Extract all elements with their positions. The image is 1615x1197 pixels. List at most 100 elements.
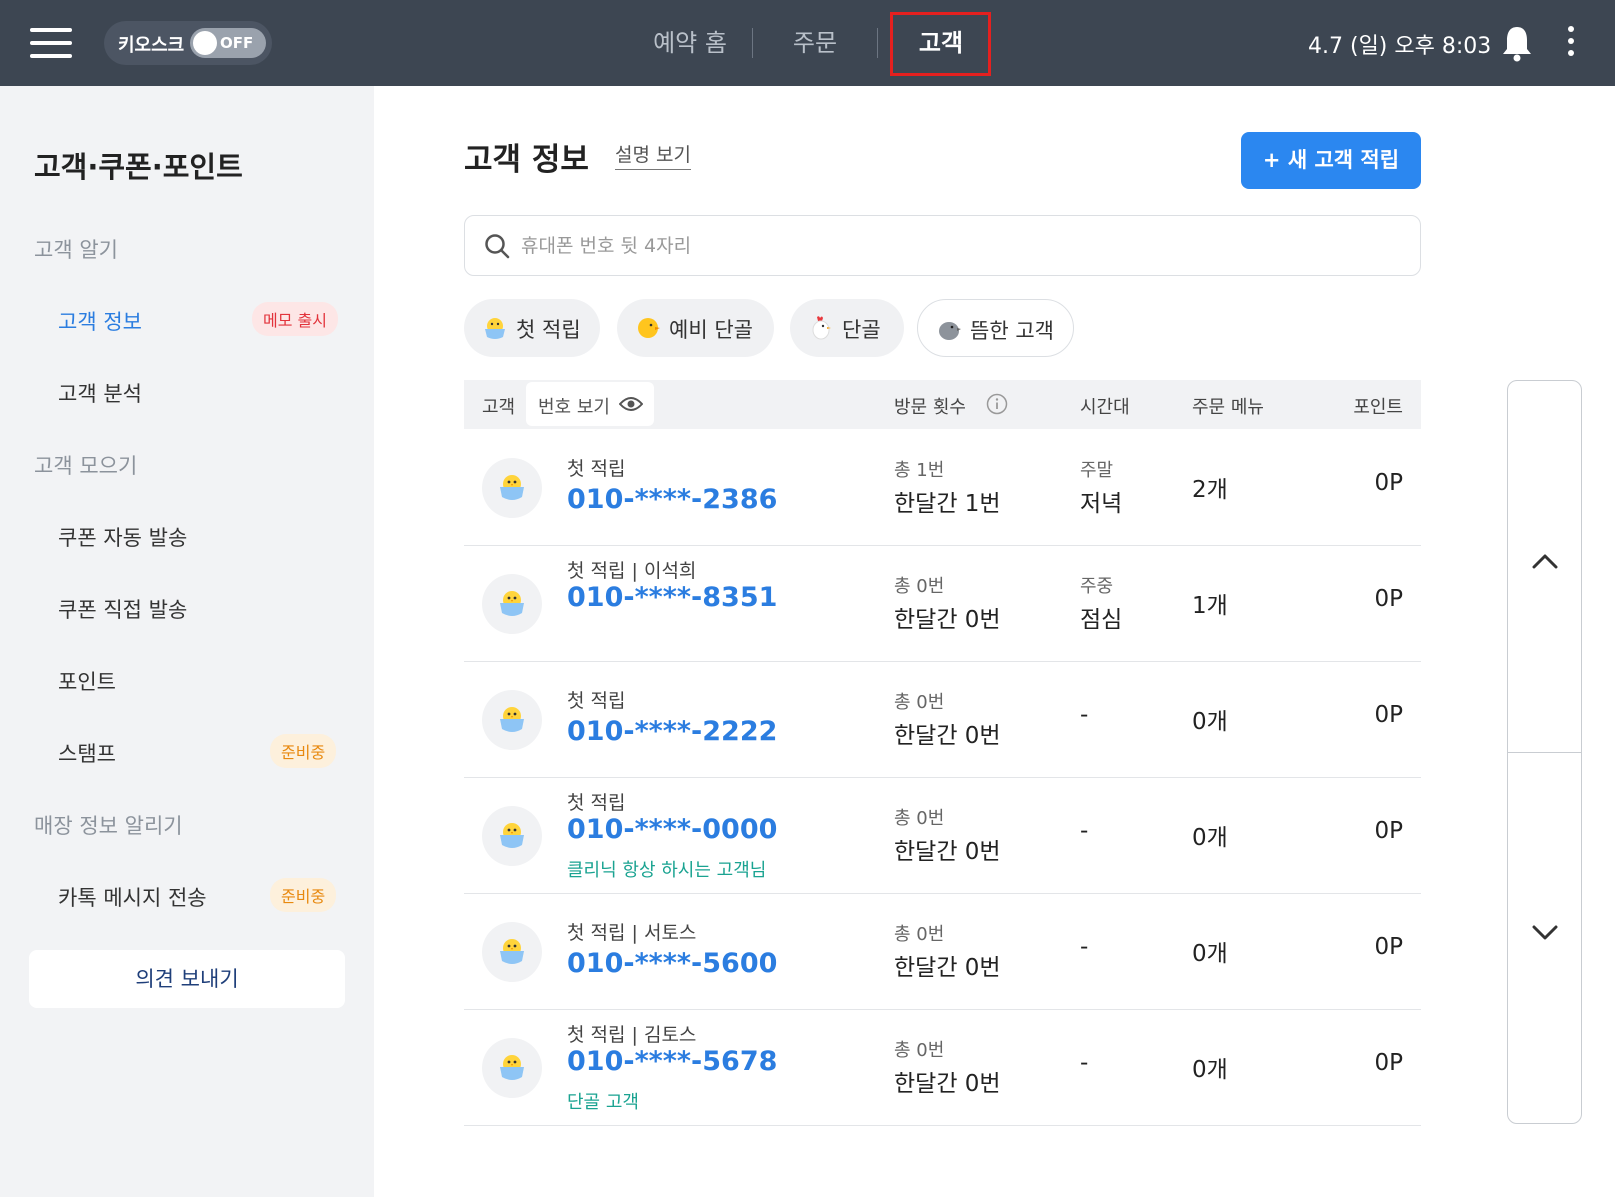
filter-label: 단골 xyxy=(842,318,881,342)
time-day: 주말 xyxy=(1080,460,1114,481)
filter-label: 뜸한 고객 xyxy=(970,319,1054,343)
more-options-icon[interactable] xyxy=(1564,26,1578,60)
col-customer: 고객 xyxy=(482,397,516,418)
visit-month: 한달간 0번 xyxy=(894,723,1001,749)
sidebar-title: 고객·쿠폰·포인트 xyxy=(34,150,243,184)
customer-phone: 010-****-2386 xyxy=(567,484,778,515)
time-slot: - xyxy=(1080,934,1089,960)
search-input[interactable] xyxy=(521,228,1401,264)
sidebar: 고객·쿠폰·포인트 고객 알기 고객 정보 메모 출시 고객 분석 고객 모으기… xyxy=(0,86,374,1197)
tab-reservation-home[interactable]: 예약 홈 xyxy=(630,0,750,86)
customer-phone: 010-****-0000 xyxy=(567,814,778,845)
customer-tag: 첫 적립 xyxy=(567,792,626,814)
nav-divider xyxy=(877,28,878,58)
avatar xyxy=(482,806,542,866)
chick-icon xyxy=(500,591,524,616)
kiosk-switch: 키오스크 OFF xyxy=(104,21,272,65)
chick-icon xyxy=(500,1055,524,1080)
chick-icon xyxy=(500,823,524,848)
page-title: 고객 정보 xyxy=(464,142,589,178)
filter-first-visit[interactable]: 첫 적립 xyxy=(464,299,600,357)
coming-soon-badge: 준비중 xyxy=(270,878,337,912)
reveal-numbers-button[interactable]: 번호 보기 xyxy=(526,382,654,426)
sidebar-section-know: 고객 알기 xyxy=(34,238,118,262)
table-row[interactable]: 첫 적립 010-****-2386 총 1번 한달간 1번 주말 저녁 2개 … xyxy=(464,430,1421,546)
filter-pre-regular[interactable]: 예비 단골 xyxy=(617,299,774,357)
table-header: 고객 번호 보기 방문 횟수 시간대 주문 메뉴 포인트 xyxy=(464,380,1421,429)
send-feedback-button[interactable]: 의견 보내기 xyxy=(29,950,345,1008)
yellow-chick-icon xyxy=(638,318,660,338)
customer-phone: 010-****-5600 xyxy=(567,948,778,979)
active-tab-highlight xyxy=(890,12,991,76)
help-link[interactable]: 설명 보기 xyxy=(615,140,691,170)
scroll-down-button[interactable] xyxy=(1508,753,1581,1123)
menu-count: 1개 xyxy=(1192,593,1228,619)
visit-month: 한달간 0번 xyxy=(894,607,1001,633)
filter-lapsed[interactable]: 뜸한 고객 xyxy=(917,299,1074,357)
scroll-up-button[interactable] xyxy=(1508,381,1581,752)
points-value: 0P xyxy=(1374,702,1403,728)
visit-total: 총 0번 xyxy=(894,808,945,829)
table-row[interactable]: 첫 적립 | 이석희 010-****-8351 총 0번 한달간 0번 주중 … xyxy=(464,546,1421,662)
toggle-knob xyxy=(193,31,217,55)
chick-icon xyxy=(485,318,505,339)
col-visits: 방문 횟수 xyxy=(894,397,966,418)
sidebar-item-auto-coupon[interactable]: 쿠폰 자동 발송 xyxy=(58,522,187,552)
time-slot: 점심 xyxy=(1080,607,1123,633)
col-menu: 주문 메뉴 xyxy=(1192,397,1264,418)
filter-regular[interactable]: 단골 xyxy=(790,299,904,357)
customer-phone: 010-****-5678 xyxy=(567,1046,778,1077)
sidebar-item-points[interactable]: 포인트 xyxy=(58,666,116,696)
info-icon[interactable] xyxy=(986,393,1008,415)
tab-orders[interactable]: 주문 xyxy=(770,0,860,86)
page-scroller xyxy=(1507,380,1582,1124)
bell-icon[interactable] xyxy=(1500,24,1534,62)
points-value: 0P xyxy=(1374,470,1403,496)
menu-count: 0개 xyxy=(1192,1057,1228,1083)
chicken-icon xyxy=(812,316,831,340)
customer-phone: 010-****-8351 xyxy=(567,582,778,613)
sidebar-item-customer-analysis[interactable]: 고객 분석 xyxy=(58,378,142,408)
eye-icon xyxy=(619,397,643,411)
sidebar-item-stamp[interactable]: 스탬프 xyxy=(58,738,116,768)
kiosk-toggle[interactable]: OFF xyxy=(190,28,266,58)
avatar xyxy=(482,690,542,750)
new-memo-badge: 메모 출시 xyxy=(252,302,338,336)
menu-count: 0개 xyxy=(1192,709,1228,735)
add-customer-button[interactable]: + 새 고객 적립 xyxy=(1241,132,1421,189)
menu-count: 0개 xyxy=(1192,941,1228,967)
coming-soon-badge: 준비중 xyxy=(270,734,337,768)
time-day: 주중 xyxy=(1080,576,1114,597)
table-row[interactable]: 첫 적립 010-****-2222 총 0번 한달간 0번 - 0개 0P xyxy=(464,662,1421,778)
chevron-up-icon xyxy=(1532,554,1558,569)
visit-month: 한달간 0번 xyxy=(894,955,1001,981)
sidebar-section-collect: 고객 모으기 xyxy=(34,454,138,478)
customer-tag: 첫 적립 | 김토스 xyxy=(567,1024,697,1046)
sidebar-item-manual-coupon[interactable]: 쿠폰 직접 발송 xyxy=(58,594,187,624)
kiosk-label: 키오스크 xyxy=(118,35,185,56)
customer-memo: 단골 고객 xyxy=(567,1092,639,1113)
chick-icon xyxy=(500,707,524,732)
visit-total: 총 0번 xyxy=(894,1040,945,1061)
kiosk-state: OFF xyxy=(220,34,254,52)
menu-icon[interactable] xyxy=(30,28,72,58)
time-slot: - xyxy=(1080,1050,1089,1076)
visit-month: 한달간 0번 xyxy=(894,1071,1001,1097)
chick-icon xyxy=(500,475,524,500)
customer-tag: 첫 적립 | 이석희 xyxy=(567,560,697,582)
sidebar-item-kakao-message[interactable]: 카톡 메시지 전송 xyxy=(58,882,207,912)
avatar xyxy=(482,458,542,518)
table-row[interactable]: 첫 적립 | 김토스 010-****-5678 단골 고객 총 0번 한달간 … xyxy=(464,1010,1421,1126)
table-row[interactable]: 첫 적립 010-****-0000 클리닉 항상 하시는 고객님 총 0번 한… xyxy=(464,778,1421,894)
visit-month: 한달간 0번 xyxy=(894,839,1001,865)
visit-total: 총 0번 xyxy=(894,692,945,713)
filter-label: 예비 단골 xyxy=(669,318,753,342)
customer-tag: 첫 적립 xyxy=(567,690,626,712)
visit-total: 총 0번 xyxy=(894,924,945,945)
avatar xyxy=(482,1038,542,1098)
time-slot: - xyxy=(1080,818,1089,844)
table-row[interactable]: 첫 적립 | 서토스 010-****-5600 총 0번 한달간 0번 - 0… xyxy=(464,894,1421,1010)
visit-total: 총 1번 xyxy=(894,460,945,481)
sidebar-item-customer-info[interactable]: 고객 정보 xyxy=(58,306,142,336)
menu-count: 2개 xyxy=(1192,477,1228,503)
